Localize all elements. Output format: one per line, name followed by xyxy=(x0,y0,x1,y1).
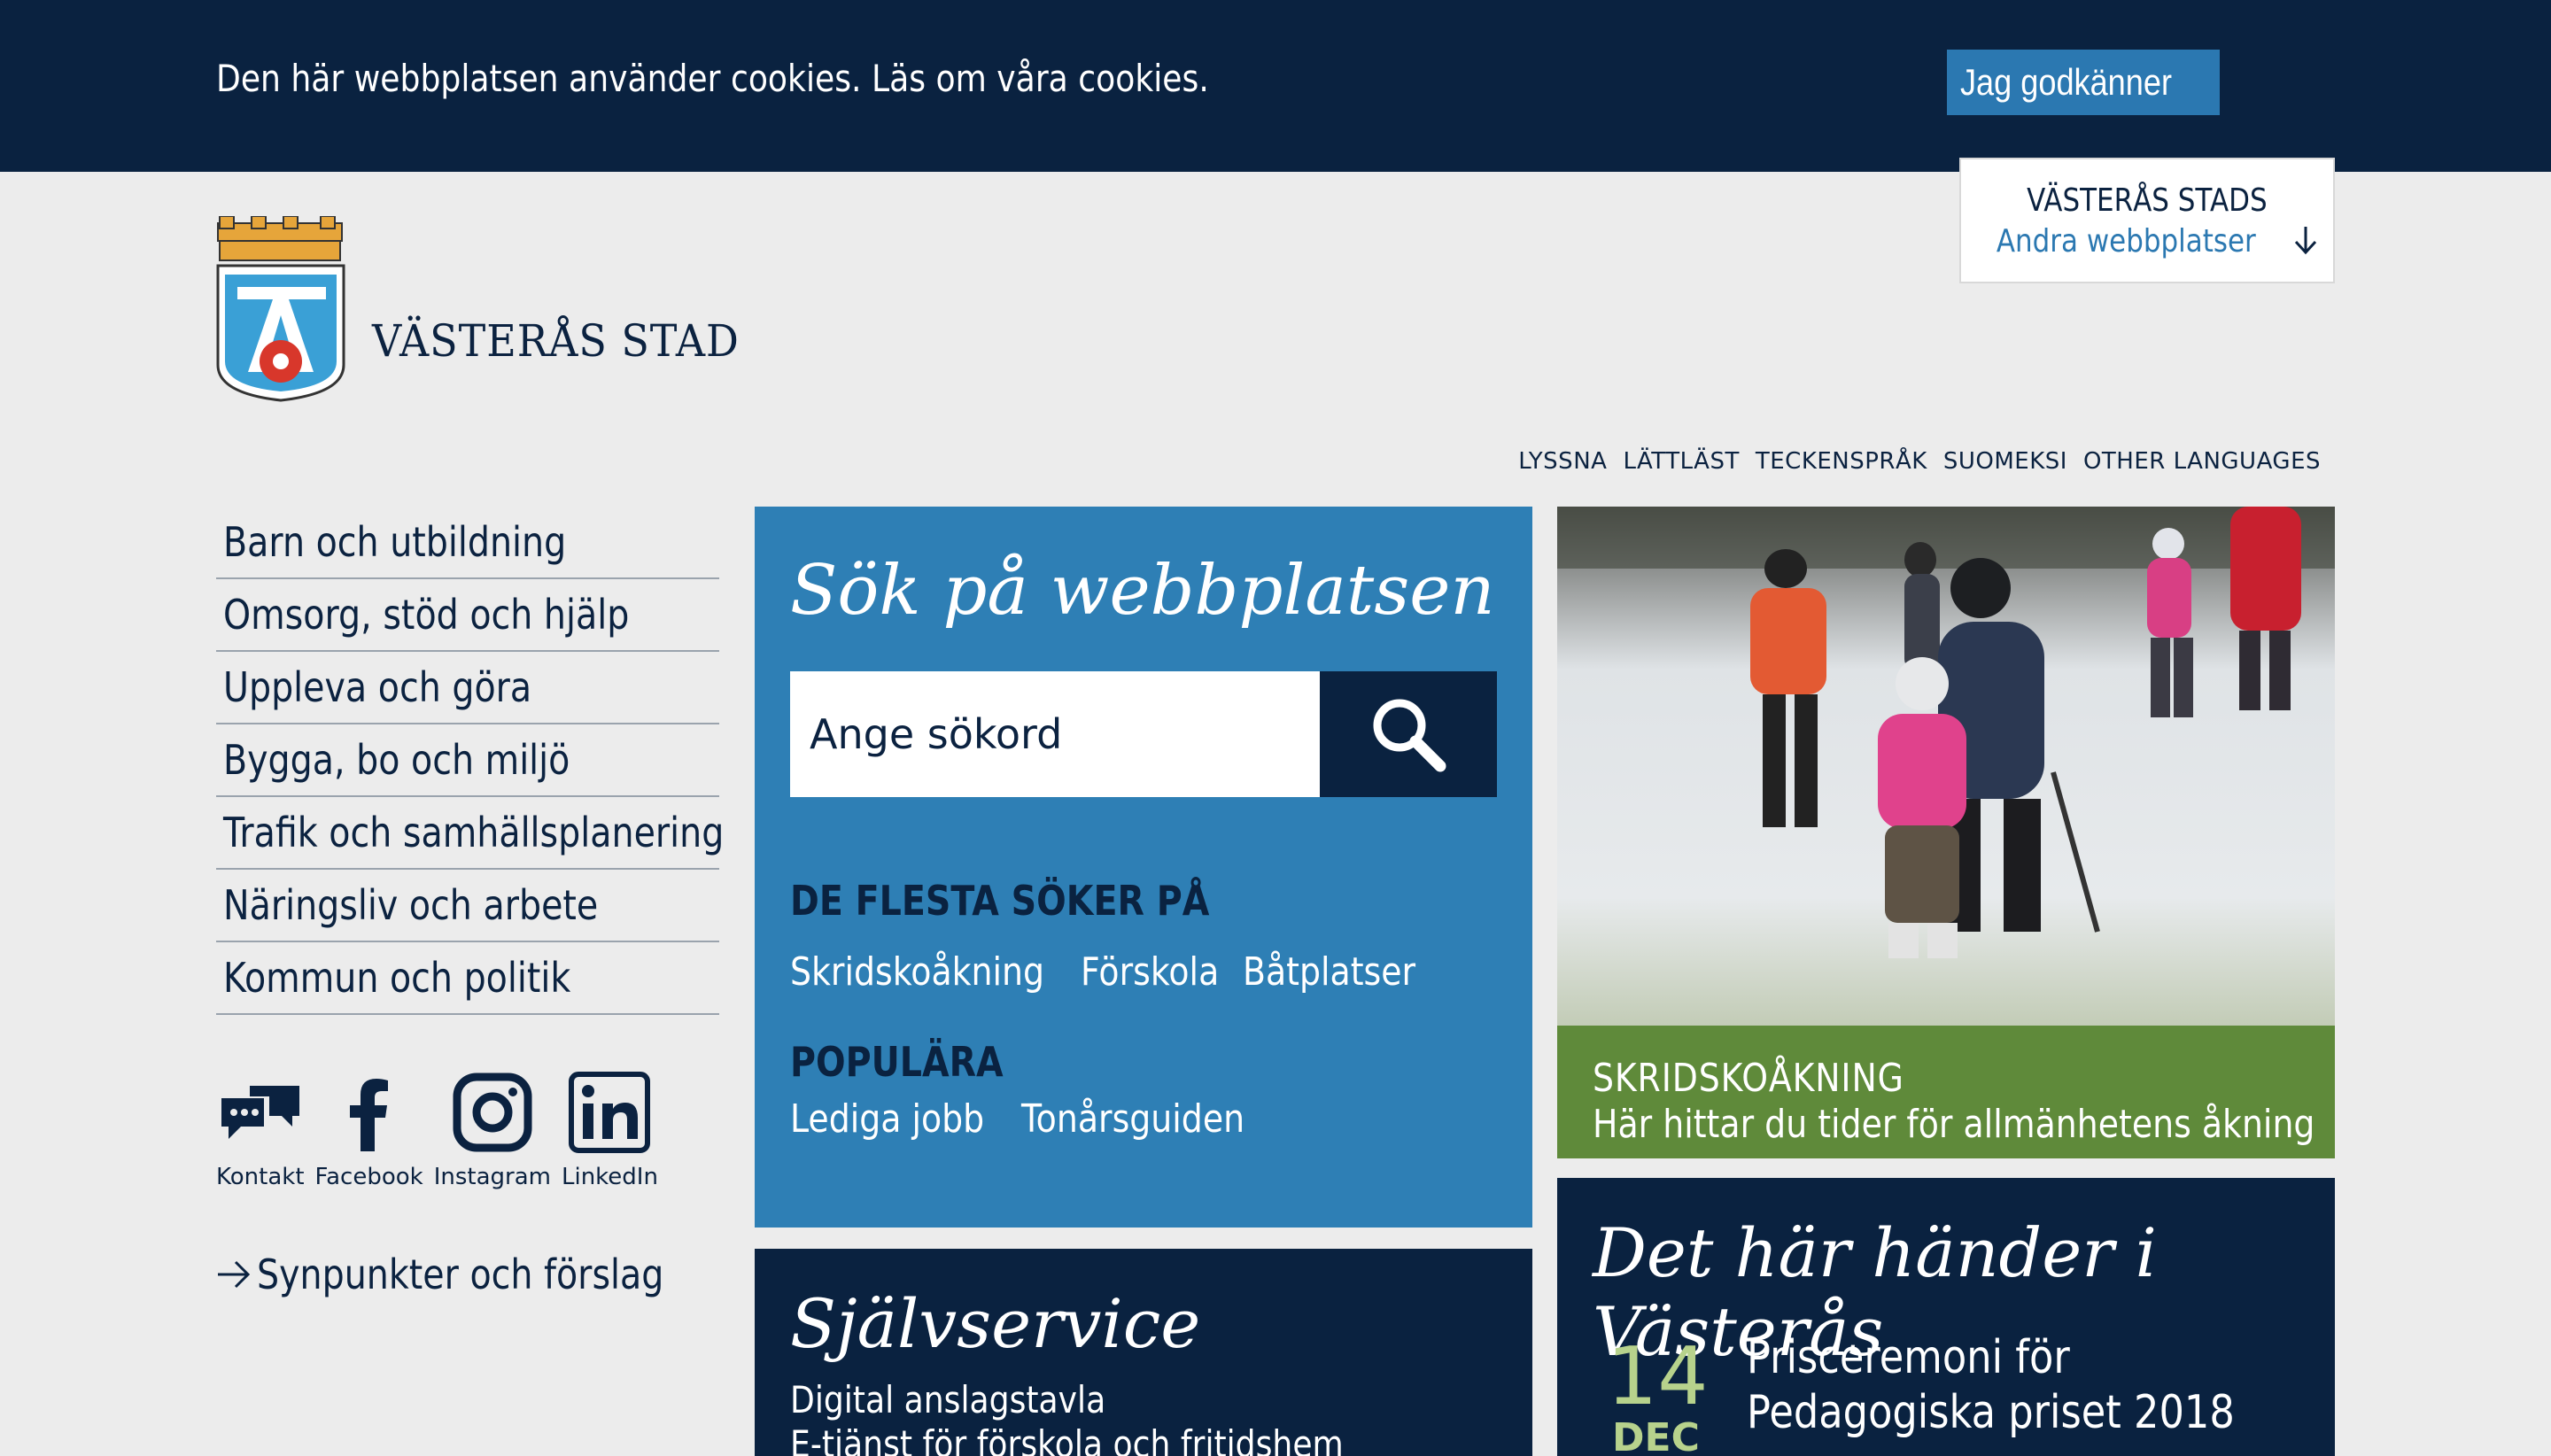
other-websites-link[interactable]: Andra webbplatser xyxy=(1961,223,2333,259)
other-websites-dropdown[interactable]: VÄSTERÅS STADS Andra webbplatser xyxy=(1959,158,2335,283)
linkedin-icon xyxy=(569,1072,651,1153)
contact-link[interactable]: Kontakt xyxy=(216,1070,305,1190)
link-lediga-jobb[interactable]: Lediga jobb xyxy=(790,1096,984,1142)
selfservice-panel: Självservice Digital anslagstavla E-tjän… xyxy=(755,1249,1532,1456)
facebook-link[interactable]: Facebook xyxy=(315,1070,423,1190)
arrow-right-icon xyxy=(218,1260,251,1289)
most-searched-links: Skridskoåkning Förskola Båtplatser xyxy=(790,949,1444,995)
nav-item-uppleva[interactable]: Uppleva och göra xyxy=(216,652,719,724)
nav-item-bygga[interactable]: Bygga, bo och miljö xyxy=(216,724,719,797)
finnish-link[interactable]: SUOMEKSI xyxy=(1943,448,2067,475)
accept-cookies-button[interactable]: Jag godkänner xyxy=(1947,50,2220,115)
feature-subtitle: Här hittar du tider för allmänhetens åkn… xyxy=(1593,1102,2315,1147)
language-links: LYSSNA LÄTTLÄST TECKENSPRÅK SUOMEKSI OTH… xyxy=(1518,448,2321,475)
listen-link[interactable]: LYSSNA xyxy=(1518,448,1607,475)
main-navigation: Barn och utbildning Omsorg, stöd och hjä… xyxy=(216,507,724,1015)
facebook-label: Facebook xyxy=(314,1164,423,1190)
easy-read-link[interactable]: LÄTTLÄST xyxy=(1623,448,1739,475)
instagram-label: Instagram xyxy=(433,1164,551,1190)
feature-card[interactable]: SKRIDSKOÅKNING Här hittar du tider för a… xyxy=(1557,507,2335,1158)
search-panel: Sök på webbplatsen DE FLESTA SÖKER PÅ Sk… xyxy=(755,507,1532,1228)
search-heading: Sök på webbplatsen xyxy=(790,551,1495,631)
coat-of-arms-logo[interactable] xyxy=(216,215,349,406)
event-month: DEC xyxy=(1612,1415,1700,1456)
popular-heading: POPULÄRA xyxy=(790,1038,1004,1086)
arrow-down-icon xyxy=(2294,227,2317,255)
instagram-link[interactable]: Instagram xyxy=(434,1070,551,1190)
linkedin-link[interactable]: LinkedIn xyxy=(562,1070,658,1190)
facebook-icon xyxy=(349,1079,388,1151)
site-name[interactable]: VÄSTERÅS STAD xyxy=(372,315,772,367)
other-languages-link[interactable]: OTHER LANGUAGES xyxy=(2083,448,2321,475)
event-title[interactable]: Prisceremoni för Pedagogiska priset 2018 xyxy=(1747,1330,2314,1440)
link-skridsko[interactable]: Skridskoåkning xyxy=(790,949,1044,995)
chat-icon xyxy=(221,1086,299,1139)
nav-item-kommun[interactable]: Kommun och politik xyxy=(216,942,719,1015)
social-links: Kontakt Facebook Instagram LinkedIn xyxy=(216,1070,669,1190)
cookie-text: Den här webbplatsen använder cookies. Lä… xyxy=(216,57,1209,100)
event-day: 14 xyxy=(1607,1330,1709,1423)
preschool-eservice-link[interactable]: E-tjänst för förskola och fritidshem xyxy=(790,1422,1433,1456)
events-panel: Det här händer i Västerås 14 DEC Priscer… xyxy=(1557,1178,2335,1456)
feature-caption: SKRIDSKOÅKNING Här hittar du tider för a… xyxy=(1557,1026,2335,1158)
nav-item-naringsliv[interactable]: Näringsliv och arbete xyxy=(216,870,719,942)
nav-item-omsorg[interactable]: Omsorg, stöd och hjälp xyxy=(216,579,719,652)
most-searched-heading: DE FLESTA SÖKER PÅ xyxy=(790,877,1210,925)
instagram-icon xyxy=(453,1073,532,1152)
search-button[interactable] xyxy=(1320,671,1497,797)
link-batplatser[interactable]: Båtplatser xyxy=(1243,949,1415,995)
feedback-link[interactable]: Synpunkter och förslag xyxy=(216,1251,730,1298)
feature-title: SKRIDSKOÅKNING xyxy=(1593,1056,1904,1101)
cookie-banner: Den här webbplatsen använder cookies. Lä… xyxy=(0,0,2551,172)
digital-noticeboard-link[interactable]: Digital anslagstavla xyxy=(790,1378,1157,1421)
nav-item-barn[interactable]: Barn och utbildning xyxy=(216,507,719,579)
link-tonarsguiden[interactable]: Tonårsguiden xyxy=(1021,1096,1244,1142)
link-forskola[interactable]: Förskola xyxy=(1081,949,1219,995)
search-input[interactable] xyxy=(790,671,1320,797)
popular-links: Lediga jobb Tonårsguiden xyxy=(790,1096,1281,1142)
linkedin-label: LinkedIn xyxy=(561,1164,658,1190)
nav-item-trafik[interactable]: Trafik och samhällsplanering xyxy=(216,797,724,870)
contact-label: Kontakt xyxy=(216,1164,305,1190)
other-websites-title: VÄSTERÅS STADS xyxy=(2027,182,2268,219)
search-icon xyxy=(1373,699,1446,772)
sign-language-link[interactable]: TECKENSPRÅK xyxy=(1756,448,1927,475)
selfservice-heading: Självservice xyxy=(790,1284,1201,1363)
